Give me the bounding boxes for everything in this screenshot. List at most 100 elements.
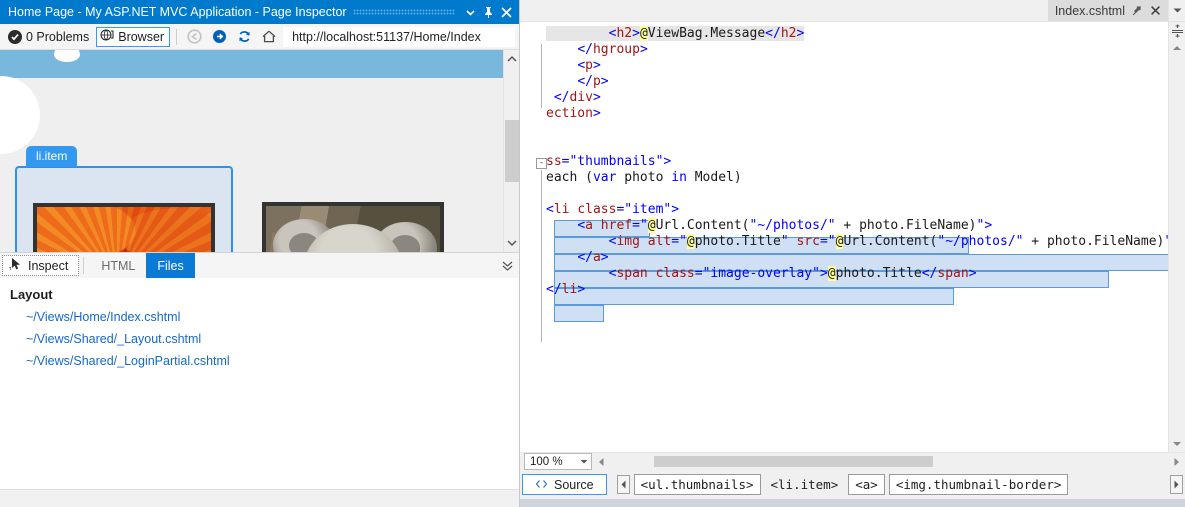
editor-body: - <h2>@ViewBag.Message</h2> </hgroup> <p… bbox=[520, 22, 1185, 452]
check-circle-icon bbox=[8, 30, 22, 44]
globe-icon bbox=[100, 28, 114, 45]
code-line: ss="thumbnails"> bbox=[520, 154, 671, 169]
title-drag-dots bbox=[353, 0, 455, 24]
editor-horizontal-scrollbar[interactable]: 100 % bbox=[520, 452, 1185, 470]
browser-button[interactable]: Browser bbox=[96, 27, 170, 47]
tab-divider bbox=[83, 257, 84, 274]
viewport-scrollbar[interactable] bbox=[503, 50, 519, 252]
scroll-down-arrow-icon[interactable] bbox=[1169, 435, 1185, 452]
inspect-label: Inspect bbox=[28, 259, 68, 273]
selection-li-close bbox=[554, 305, 604, 322]
browser-button-label: Browser bbox=[118, 30, 164, 44]
file-link-layout[interactable]: ~/Views/Shared/_Layout.cshtml bbox=[0, 328, 519, 350]
problems-indicator[interactable]: 0 Problems bbox=[4, 30, 93, 44]
right-arrow-icon[interactable] bbox=[1168, 453, 1185, 470]
file-link-loginpartial[interactable]: ~/Views/Shared/_LoginPartial.cshtml bbox=[0, 350, 519, 372]
code-line bbox=[520, 122, 546, 137]
breadcrumb-item-img-thumbnail-border[interactable]: <img.thumbnail-border> bbox=[889, 474, 1069, 495]
tab-files[interactable]: Files bbox=[146, 253, 194, 278]
editor-scroll-track[interactable] bbox=[1169, 56, 1185, 435]
window-title-bar: Home Page - My ASP.NET MVC Application -… bbox=[0, 0, 519, 24]
chevron-down-icon bbox=[580, 456, 588, 468]
tab-spacer bbox=[195, 253, 495, 278]
browser-viewport: li.item bbox=[0, 50, 519, 252]
koala-thumbnail[interactable] bbox=[262, 202, 444, 252]
pin-icon[interactable] bbox=[479, 2, 497, 22]
forward-arrow-icon[interactable] bbox=[208, 27, 230, 47]
code-line: <h2>@ViewBag.Message</h2> bbox=[520, 26, 804, 41]
files-panel: Layout ~/Views/Home/Index.cshtml ~/Views… bbox=[0, 278, 519, 489]
inspector-status-strip bbox=[0, 489, 519, 507]
code-line: <li class="item"> bbox=[520, 202, 679, 217]
files-heading: Layout bbox=[0, 287, 519, 306]
close-icon[interactable] bbox=[497, 2, 515, 22]
breadcrumb-item-ul-thumbnails[interactable]: <ul.thumbnails> bbox=[634, 474, 761, 495]
document-tab-label: Index.cshtml bbox=[1055, 4, 1125, 18]
code-line: </a> bbox=[520, 250, 609, 265]
double-chevron-down-icon[interactable] bbox=[495, 253, 519, 278]
chevron-up-icon[interactable] bbox=[504, 50, 520, 68]
code-line: </li> bbox=[520, 282, 585, 297]
pin-icon[interactable] bbox=[1132, 5, 1143, 16]
koala-image bbox=[266, 206, 440, 252]
code-line bbox=[520, 138, 546, 153]
back-arrow-icon[interactable] bbox=[183, 27, 205, 47]
left-arrow-icon[interactable] bbox=[592, 453, 609, 470]
code-line: <span class="image-overlay">@photo.Title… bbox=[520, 266, 977, 281]
problems-label: 0 Problems bbox=[26, 30, 89, 44]
file-link-index[interactable]: ~/Views/Home/Index.cshtml bbox=[0, 306, 519, 328]
tab-html[interactable]: HTML bbox=[90, 253, 146, 278]
inspect-mode-button[interactable]: Inspect bbox=[2, 255, 79, 276]
code-editor-panel: Index.cshtml - bbox=[520, 0, 1185, 507]
close-icon[interactable] bbox=[1150, 5, 1161, 16]
breadcrumb-scroll-left[interactable] bbox=[617, 475, 630, 494]
browser-toolbar: 0 Problems Browser bbox=[0, 24, 519, 50]
document-tab-index-cshtml[interactable]: Index.cshtml bbox=[1048, 0, 1168, 21]
code-line: each (var photo in Model) bbox=[520, 170, 742, 185]
scrollbar-thumb[interactable] bbox=[505, 120, 519, 182]
document-tab-row: Index.cshtml bbox=[520, 0, 1185, 22]
toolbar-divider bbox=[176, 29, 177, 45]
code-line: ection> bbox=[520, 106, 601, 121]
selection-badge: li.item bbox=[27, 147, 76, 166]
zoom-select[interactable]: 100 % bbox=[524, 453, 592, 470]
hscroll-thumb[interactable] bbox=[654, 456, 934, 467]
editor-tab-controls bbox=[1168, 0, 1185, 21]
zoom-value: 100 % bbox=[530, 456, 563, 468]
page-inspector-panel: Home Page - My ASP.NET MVC Application -… bbox=[0, 0, 520, 507]
breadcrumb-item-li-item[interactable]: <li.item> bbox=[765, 474, 845, 495]
split-view-icon[interactable] bbox=[1169, 22, 1185, 39]
code-surface[interactable]: - <h2>@ViewBag.Message</h2> </hgroup> <p… bbox=[520, 22, 1168, 452]
code-line: <a href="@Url.Content("~/photos/" + phot… bbox=[520, 218, 992, 233]
source-button-label: Source bbox=[554, 478, 594, 492]
inspector-tab-bar: Inspect HTML Files bbox=[0, 252, 519, 278]
refresh-icon[interactable] bbox=[233, 27, 255, 47]
code-line: </div> bbox=[520, 90, 601, 105]
page-inspector-window: Home Page - My ASP.NET MVC Application -… bbox=[0, 0, 1185, 507]
cursor-arrow-icon bbox=[9, 257, 23, 274]
code-text[interactable]: <h2>@ViewBag.Message</h2> </hgroup> <p> … bbox=[520, 22, 1168, 298]
breadcrumb-item-a[interactable]: <a> bbox=[848, 474, 885, 495]
rendered-page: li.item bbox=[0, 50, 503, 252]
code-brackets-icon bbox=[535, 478, 548, 492]
breadcrumb-scroll-right[interactable] bbox=[1170, 475, 1183, 494]
chevron-down-icon[interactable] bbox=[1169, 0, 1185, 21]
flower-thumbnail[interactable] bbox=[33, 203, 215, 252]
code-line bbox=[520, 186, 546, 201]
flower-image bbox=[37, 207, 211, 252]
code-line: <img alt="@photo.Title" src="@Url.Conten… bbox=[520, 234, 1168, 249]
chevron-down-icon[interactable] bbox=[504, 234, 520, 252]
chevron-down-icon[interactable] bbox=[461, 2, 479, 22]
address-bar[interactable]: http://localhost:51137/Home/Index bbox=[283, 27, 515, 47]
code-line: <p> bbox=[520, 58, 601, 73]
editor-scrollbar[interactable] bbox=[1168, 22, 1185, 452]
logo-circle-shape bbox=[0, 76, 40, 154]
editor-footer-strip bbox=[520, 499, 1185, 507]
home-icon[interactable] bbox=[258, 27, 280, 47]
dom-breadcrumb-bar: Source <ul.thumbnails> <li.item> <a> <im… bbox=[520, 470, 1185, 499]
source-button[interactable]: Source bbox=[522, 474, 607, 495]
hscroll-track[interactable] bbox=[609, 453, 1168, 470]
address-text: http://localhost:51137/Home/Index bbox=[292, 30, 481, 44]
scrollbar-track[interactable] bbox=[504, 68, 520, 234]
scroll-up-arrow-icon[interactable] bbox=[1169, 39, 1185, 56]
